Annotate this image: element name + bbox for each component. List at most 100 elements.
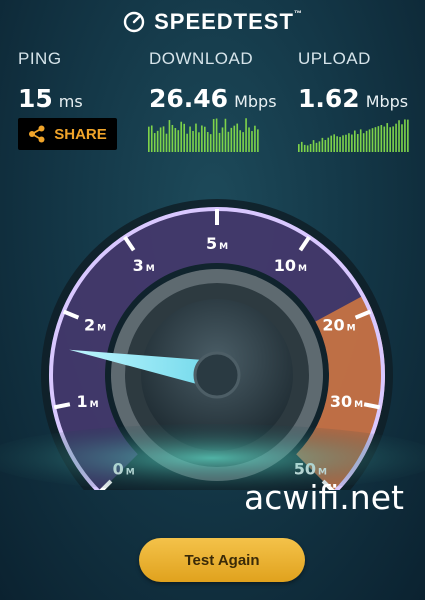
graph-bar bbox=[201, 125, 203, 152]
graph-bar bbox=[224, 118, 227, 152]
graph-bar bbox=[204, 126, 206, 152]
graph-bar bbox=[165, 133, 168, 152]
upload-graph bbox=[298, 119, 409, 152]
share-label: SHARE bbox=[54, 125, 107, 143]
download-value-group: 26.46 Mbps bbox=[149, 84, 277, 113]
graph-bar bbox=[236, 123, 239, 152]
graph-bar bbox=[380, 125, 383, 152]
graph-bar bbox=[233, 125, 236, 152]
upload-value: 1.62 bbox=[298, 84, 360, 113]
graph-bar bbox=[209, 134, 212, 152]
graph-bar bbox=[180, 121, 183, 152]
download-value: 26.46 bbox=[149, 84, 229, 113]
graph-bar bbox=[298, 144, 300, 152]
share-icon bbox=[29, 125, 45, 143]
graph-bar bbox=[148, 126, 150, 152]
graph-bar bbox=[254, 125, 256, 152]
graph-bar bbox=[383, 126, 386, 152]
graph-bar bbox=[368, 129, 371, 152]
needle-pivot bbox=[193, 351, 241, 399]
graph-bar bbox=[242, 132, 244, 152]
graph-bar bbox=[362, 133, 365, 152]
graph-bar bbox=[354, 130, 356, 152]
graph-bar bbox=[312, 140, 315, 152]
graph-bar bbox=[248, 127, 250, 152]
graph-bar bbox=[324, 139, 327, 152]
graph-bar bbox=[309, 143, 312, 152]
graph-bar bbox=[171, 124, 174, 152]
graph-bar bbox=[153, 133, 156, 152]
ping-unit: ms bbox=[58, 92, 83, 111]
download-unit: Mbps bbox=[234, 92, 277, 111]
graph-bar bbox=[333, 134, 335, 152]
graph-bar bbox=[174, 128, 177, 152]
upload-label: UPLOAD bbox=[298, 49, 371, 68]
ping-value: 15 bbox=[18, 84, 53, 113]
speed-gauge: 0M1M2M3M5M10M20M30M50M bbox=[0, 199, 425, 490]
graph-bar bbox=[221, 127, 224, 152]
graph-bar bbox=[407, 119, 409, 152]
graph-bar bbox=[215, 118, 218, 152]
app-title: SPEEDTEST™ bbox=[154, 9, 303, 34]
upload-value-group: 1.62 Mbps bbox=[298, 84, 408, 113]
graph-bar bbox=[186, 133, 188, 152]
graph-bar bbox=[359, 129, 362, 152]
graph-bar bbox=[192, 131, 194, 152]
graph-bar bbox=[345, 134, 347, 152]
graph-bar bbox=[348, 133, 350, 152]
graph-bar bbox=[257, 129, 259, 152]
graph-bar bbox=[374, 127, 377, 152]
graph-bar bbox=[195, 123, 197, 152]
graph-bar bbox=[365, 130, 368, 152]
test-again-button[interactable]: Test Again bbox=[139, 538, 305, 582]
graph-bar bbox=[303, 144, 306, 152]
graph-bar bbox=[150, 125, 153, 152]
ping-label: PING bbox=[18, 49, 62, 68]
graph-bar bbox=[251, 131, 253, 152]
graph-bar bbox=[230, 127, 233, 152]
graph-bar bbox=[206, 132, 209, 152]
graph-bar bbox=[342, 135, 344, 152]
graph-bar bbox=[377, 126, 380, 152]
graph-bar bbox=[183, 123, 185, 152]
graph-bar bbox=[327, 137, 330, 152]
graph-bar bbox=[162, 126, 165, 152]
graph-bar bbox=[239, 130, 241, 152]
graph-bar bbox=[245, 118, 247, 152]
upload-unit: Mbps bbox=[365, 92, 409, 111]
graph-bar bbox=[306, 145, 309, 152]
graph-bar bbox=[321, 137, 324, 152]
graph-bar bbox=[404, 119, 406, 152]
graph-bar bbox=[315, 142, 318, 152]
graph-bar bbox=[189, 126, 191, 152]
graph-bar bbox=[386, 123, 389, 152]
graph-bar bbox=[177, 130, 180, 152]
download-graph bbox=[148, 118, 259, 152]
graph-bar bbox=[212, 119, 215, 152]
graph-bar bbox=[318, 141, 321, 152]
graph-bar bbox=[398, 120, 400, 152]
graph-bar bbox=[227, 131, 230, 152]
graph-bar bbox=[392, 126, 394, 152]
graph-bar bbox=[351, 134, 353, 152]
graph-bar bbox=[156, 130, 159, 152]
graph-bar bbox=[339, 136, 341, 152]
graph-bar bbox=[389, 127, 391, 152]
ping-value-group: 15 ms bbox=[18, 84, 83, 113]
graph-bar bbox=[336, 136, 338, 152]
share-button[interactable]: SHARE bbox=[18, 118, 117, 150]
graph-bar bbox=[371, 128, 374, 152]
download-label: DOWNLOAD bbox=[149, 49, 254, 68]
graph-bar bbox=[356, 134, 359, 152]
app-header: SPEEDTEST™ bbox=[0, 8, 425, 36]
graph-bar bbox=[159, 127, 162, 152]
graph-bar bbox=[198, 132, 200, 152]
speedometer-icon bbox=[123, 11, 145, 33]
graph-bar bbox=[218, 132, 221, 152]
test-again-label: Test Again bbox=[184, 551, 260, 569]
graph-bar bbox=[401, 124, 403, 152]
graph-bar bbox=[300, 141, 303, 152]
graph-bar bbox=[168, 120, 171, 152]
watermark: acwifi.net bbox=[244, 478, 404, 517]
graph-bar bbox=[395, 123, 397, 152]
